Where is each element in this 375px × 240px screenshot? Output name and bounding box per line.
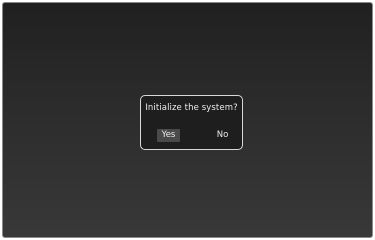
confirm-dialog: Initialize the system? Yes No bbox=[140, 95, 243, 150]
dialog-message: Initialize the system? bbox=[145, 103, 238, 113]
device-screen: Initialize the system? Yes No bbox=[2, 2, 373, 238]
no-button[interactable]: No bbox=[211, 129, 234, 142]
dialog-button-row: Yes No bbox=[141, 129, 242, 142]
yes-button[interactable]: Yes bbox=[157, 129, 180, 142]
